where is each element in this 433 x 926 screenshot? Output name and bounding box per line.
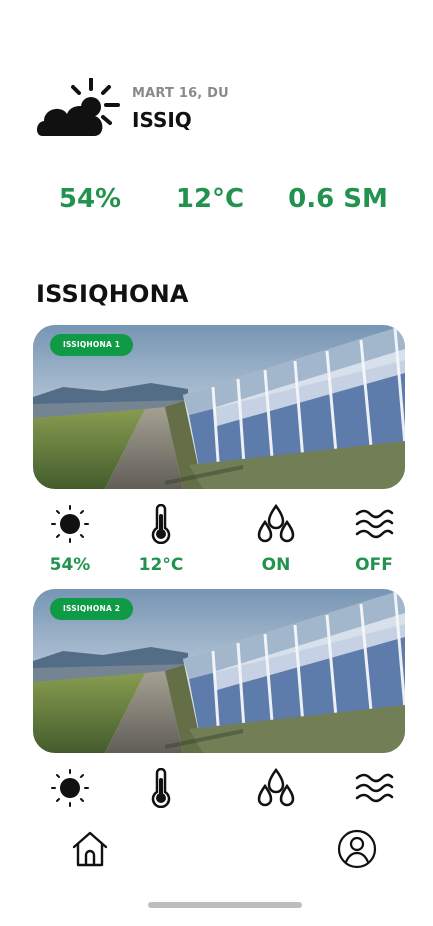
wind-sensor: OFF	[334, 504, 414, 575]
greenhouse-label-badge: ISSIQHONA 1	[50, 334, 134, 356]
greenhouse-card[interactable]: ISSIQHONA 2	[33, 589, 405, 753]
wind-waves-icon	[355, 509, 394, 539]
wind-sensor-value: OFF	[355, 555, 393, 575]
thermometer-icon	[151, 768, 171, 808]
sun-icon	[51, 505, 89, 543]
partly-cloudy-icon	[34, 77, 120, 138]
water-value: ON	[261, 555, 291, 575]
profile-icon[interactable]	[336, 828, 378, 870]
sun-sensor	[30, 768, 110, 808]
wind-value: 0.6 SM	[288, 184, 388, 214]
water-drops-icon	[257, 504, 295, 543]
temperature-sensor-value: 12°C	[138, 555, 184, 575]
sun-icon	[51, 769, 89, 807]
home-icon[interactable]	[70, 829, 110, 869]
date-label: MART 16, DU	[132, 86, 229, 101]
temperature-value: 12°C	[175, 184, 245, 214]
greenhouse-label-badge: ISSIQHONA 2	[50, 598, 134, 620]
thermometer-icon	[151, 504, 171, 544]
greenhouse-sensor-row: 54% 12°C ON OFF	[0, 504, 433, 584]
water-sensor	[236, 768, 316, 808]
temperature-sensor	[121, 768, 201, 808]
weather-condition: ISSIQ	[132, 108, 192, 132]
wind-sensor	[334, 768, 414, 808]
wind-waves-icon	[355, 773, 394, 803]
sun-value: 54%	[49, 555, 91, 575]
humidity-value: 54%	[58, 184, 122, 214]
temperature-sensor: 12°C	[121, 504, 201, 575]
section-title: ISSIQHONA	[36, 280, 189, 308]
home-indicator	[148, 902, 302, 908]
sun-sensor: 54%	[30, 504, 110, 575]
greenhouse-card[interactable]: ISSIQHONA 1	[33, 325, 405, 489]
water-drops-icon	[257, 768, 295, 807]
water-sensor: ON	[236, 504, 316, 575]
